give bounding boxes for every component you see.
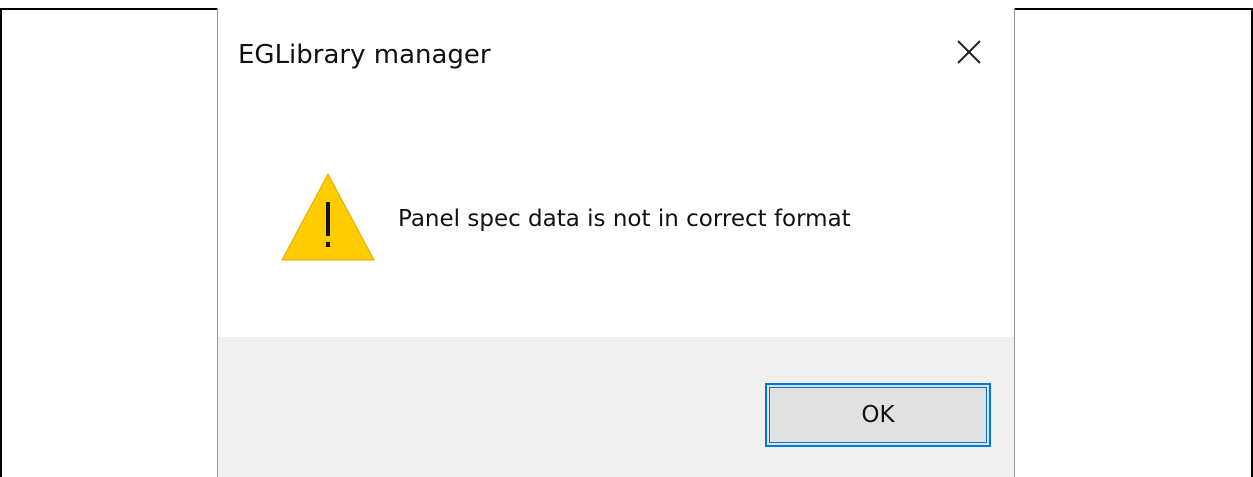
title-bar: EGLibrary manager (218, 8, 1014, 104)
dialog-title: EGLibrary manager (238, 40, 491, 70)
warning-icon (281, 172, 375, 261)
ok-button[interactable]: OK (765, 383, 991, 447)
close-icon (957, 40, 981, 64)
message-dialog: EGLibrary manager Panel spec data is not… (217, 8, 1015, 477)
dialog-body: Panel spec data is not in correct format (218, 104, 1014, 337)
table-border-left (0, 8, 2, 477)
close-button[interactable] (924, 8, 1014, 96)
ok-button-label: OK (861, 402, 895, 428)
dialog-footer: OK (218, 337, 1014, 477)
dialog-message: Panel spec data is not in correct format (398, 206, 851, 232)
